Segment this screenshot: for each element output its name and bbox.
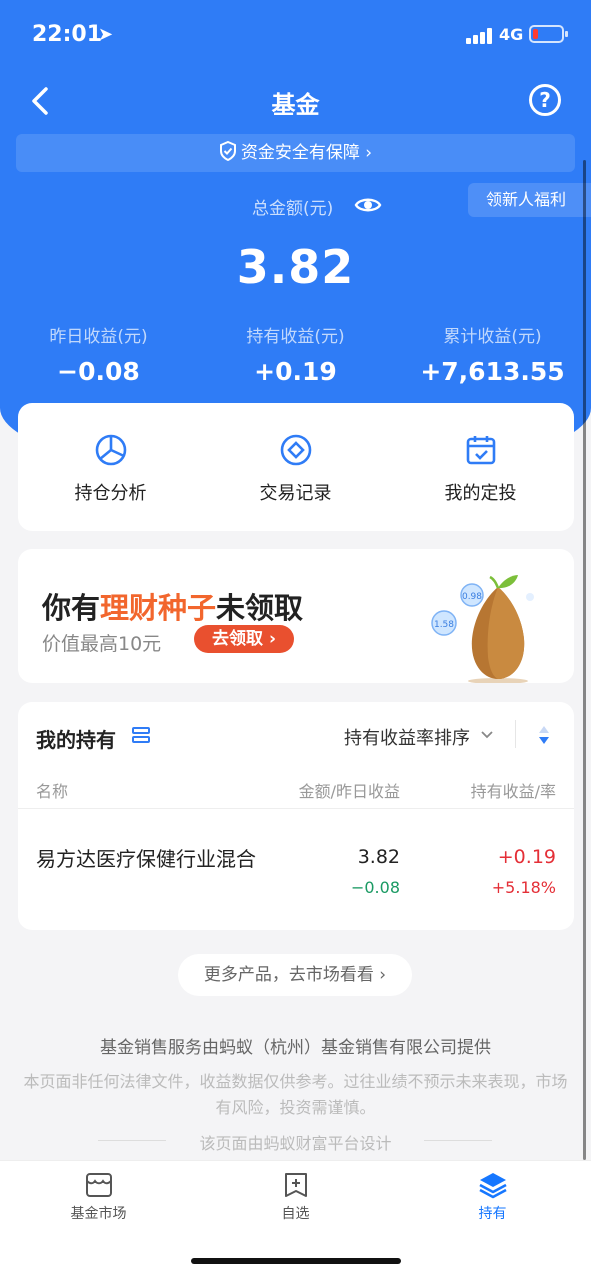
battery-icon [529, 25, 568, 43]
divider [18, 808, 574, 809]
quick-action-transactions[interactable]: 交易记录 [203, 433, 388, 505]
tab-label: 基金市场 [70, 1206, 127, 1222]
quick-action-label: 我的定投 [444, 483, 517, 504]
chevron-down-icon[interactable] [480, 730, 494, 740]
claim-button[interactable]: 去领取 › [194, 625, 294, 653]
fund-holding-gain: +0.19 [497, 846, 556, 868]
list-view-icon[interactable] [131, 726, 151, 744]
quick-action-label: 持仓分析 [74, 483, 147, 504]
fund-name: 易方达医疗保健行业混合 [36, 847, 256, 871]
quick-action-auto-invest[interactable]: 我的定投 [388, 433, 573, 505]
promo-title-post: 未领取 [216, 591, 304, 625]
quick-action-position-analysis[interactable]: 持仓分析 [18, 433, 203, 505]
market-icon [85, 1173, 112, 1197]
network-label: 4G [499, 25, 524, 44]
help-icon[interactable]: ? [529, 84, 561, 116]
metric-value: +0.19 [254, 357, 337, 386]
total-amount-value: 3.82 [236, 240, 355, 294]
tab-watchlist[interactable]: 自选 [197, 1171, 394, 1223]
promo-title-pre: 你有 [42, 591, 101, 625]
seed-illustration-icon: 0.98 1.58 [431, 575, 534, 683]
disclaimer-risk: 本页面非任何法律文件，收益数据仅供参考。过往业绩不预示未来表现，市场有风险，投资… [23, 1072, 568, 1117]
total-amount-label: 总金额(元) [252, 199, 334, 219]
disclaimer-design: 该页面由蚂蚁财富平台设计 [199, 1134, 392, 1153]
newbie-benefit-button[interactable]: 领新人福利 [468, 183, 591, 217]
quick-actions-card: 持仓分析 交易记录 我的定投 [18, 403, 574, 531]
holdings-icon [478, 1173, 507, 1199]
bubble-value-1: 0.98 [462, 592, 482, 602]
metric-value: −0.08 [57, 357, 140, 386]
status-bar: 22:01 ➤ 4G [0, 0, 591, 70]
home-indicator[interactable] [191, 1258, 401, 1264]
sort-order-icon[interactable] [537, 724, 551, 746]
shield-icon [219, 141, 236, 161]
divider [515, 720, 516, 748]
metric-label: 昨日收益(元) [49, 327, 148, 347]
tab-holdings[interactable]: 持有 [394, 1171, 591, 1223]
column-header-name: 名称 [36, 782, 69, 801]
scrollbar[interactable] [583, 160, 586, 1160]
divider [424, 1140, 492, 1141]
safety-banner[interactable]: 资金安全有保障 › [16, 134, 575, 172]
tab-fund-market[interactable]: 基金市场 [0, 1171, 197, 1223]
signal-icon [466, 28, 494, 44]
seed-promo-card[interactable]: 你有理财种子未领取 价值最高10元 去领取 › 0.98 1.58 [18, 549, 574, 683]
holdings-title: 我的持有 [36, 728, 116, 752]
calendar-icon [466, 436, 495, 465]
holdings-card: 我的持有 持有收益率排序 名称 金额/昨日收益 持有收益/率 易方达医疗保健行业… [18, 702, 574, 930]
disclaimer-provider: 基金销售服务由蚂蚁（杭州）基金销售有限公司提供 [100, 1038, 491, 1058]
watchlist-icon [284, 1173, 307, 1197]
promo-title-highlight: 理财种子 [100, 591, 217, 625]
column-header-gain: 持有收益/率 [470, 782, 556, 801]
metric-cumulative: 累计收益(元) +7,613.55 [394, 322, 591, 386]
sort-dropdown[interactable]: 持有收益率排序 [344, 724, 470, 750]
metric-holding: 持有收益(元) +0.19 [197, 322, 394, 386]
metric-yesterday: 昨日收益(元) −0.08 [0, 322, 197, 386]
promo-title: 你有理财种子未领取 [42, 585, 303, 627]
metric-value: +7,613.55 [420, 357, 565, 386]
eye-icon[interactable] [354, 193, 382, 217]
more-products-button[interactable]: 更多产品，去市场看看 › [178, 954, 412, 996]
safety-banner-label: 资金安全有保障 › [240, 143, 373, 163]
metric-label: 持有收益(元) [246, 327, 345, 347]
pie-chart-icon [95, 434, 126, 466]
tab-label: 持有 [478, 1206, 507, 1222]
fund-holding-rate: +5.18% [491, 878, 556, 897]
column-header-amount: 金额/昨日收益 [298, 782, 400, 801]
page-title: 基金 [271, 91, 320, 119]
tab-label: 自选 [281, 1206, 310, 1222]
bubble-value-2: 1.58 [434, 620, 454, 630]
nav-bar: 基金 ? [0, 75, 591, 127]
location-arrow-icon: ➤ [98, 24, 114, 45]
metric-label: 累计收益(元) [443, 327, 542, 347]
status-time: 22:01 [32, 22, 103, 47]
quick-action-label: 交易记录 [259, 483, 332, 504]
fund-yesterday-gain: −0.08 [350, 878, 400, 897]
promo-subtitle: 价值最高10元 [42, 633, 162, 655]
record-icon [280, 434, 311, 466]
fund-amount: 3.82 [357, 846, 400, 868]
